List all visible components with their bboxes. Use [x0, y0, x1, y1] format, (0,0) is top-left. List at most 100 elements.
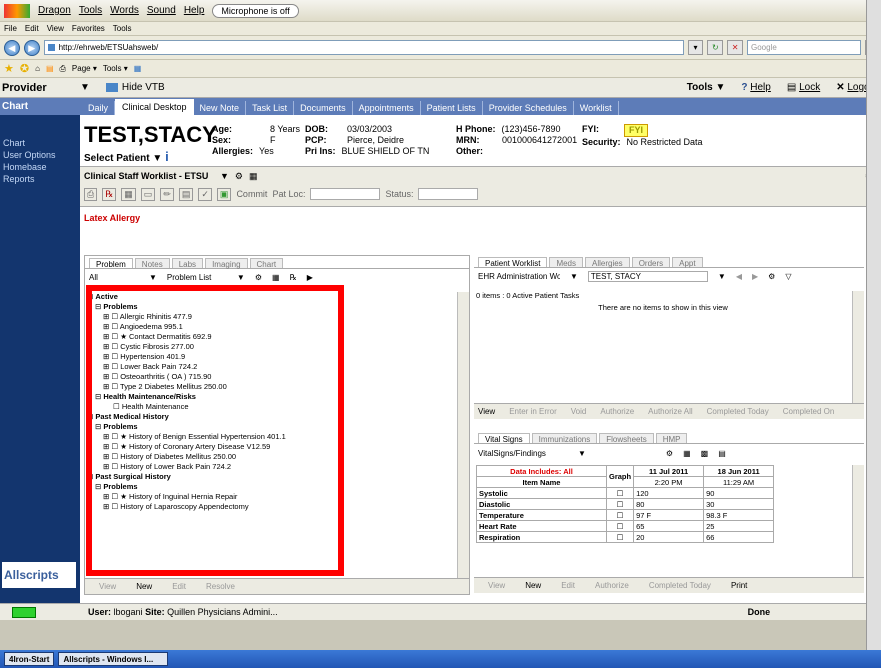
- stop-icon[interactable]: ✕: [727, 40, 743, 55]
- authorize-button[interactable]: Authorize: [600, 407, 634, 416]
- subtab-problem[interactable]: Problem: [89, 258, 133, 269]
- tab-task-list[interactable]: Task List: [246, 101, 295, 115]
- tab-worklist[interactable]: Worklist: [574, 101, 619, 115]
- problem-view-button[interactable]: View: [99, 582, 116, 591]
- fyi-badge[interactable]: FYI: [624, 124, 649, 137]
- vitals-print-button[interactable]: Print: [731, 581, 747, 590]
- nav-item-chart[interactable]: Chart: [0, 137, 80, 149]
- dragon-menu-words[interactable]: Words: [110, 5, 139, 16]
- subtab-vital-signs[interactable]: Vital Signs: [478, 433, 530, 444]
- problem-resolve-button[interactable]: Resolve: [206, 582, 235, 591]
- favorites-star-icon[interactable]: ★: [4, 62, 14, 75]
- home-icon[interactable]: ⌂: [35, 64, 40, 73]
- graph-checkbox[interactable]: ☐: [605, 520, 635, 532]
- dragon-menu-dragon[interactable]: Dragon: [38, 5, 71, 16]
- tab-clinical-desktop[interactable]: Clinical Desktop: [115, 99, 194, 115]
- feeds-icon[interactable]: ▤: [46, 64, 54, 73]
- select-patient-button[interactable]: Select Patient ▼ i: [84, 149, 169, 164]
- help-button[interactable]: ? Help: [741, 82, 770, 93]
- worklist-patient-dropdown-icon[interactable]: ▼: [718, 272, 726, 281]
- vitals-scrollbar[interactable]: [852, 465, 864, 577]
- graph-checkbox[interactable]: ☐: [605, 531, 635, 543]
- menu-file[interactable]: File: [4, 24, 17, 33]
- tools-menu[interactable]: Tools ▾: [103, 64, 128, 73]
- taskbar-item-allscripts[interactable]: Allscripts - Windows I...: [58, 652, 169, 666]
- commit-icon[interactable]: ▣: [216, 187, 232, 201]
- tab-provider-schedules[interactable]: Provider Schedules: [483, 101, 574, 115]
- problem-scrollbar[interactable]: [457, 292, 469, 578]
- url-field[interactable]: http://ehrweb/ETSUahsweb/: [43, 40, 684, 55]
- tab-documents[interactable]: Documents: [294, 101, 353, 115]
- menu-tools[interactable]: Tools: [113, 24, 132, 33]
- menu-favorites[interactable]: Favorites: [72, 24, 105, 33]
- vitals-completed-today-button[interactable]: Completed Today: [649, 581, 711, 590]
- filter-icon[interactable]: ▽: [785, 272, 791, 281]
- problem-more-icon[interactable]: ▶: [307, 273, 313, 282]
- dropdown-icon[interactable]: ▾: [687, 40, 704, 55]
- menu-view[interactable]: View: [47, 24, 64, 33]
- chart-icon[interactable]: ▤: [178, 187, 194, 201]
- refresh-icon[interactable]: ↻: [707, 40, 724, 55]
- authorize-all-button[interactable]: Authorize All: [648, 407, 692, 416]
- dragon-menu-help[interactable]: Help: [184, 5, 205, 16]
- page-menu[interactable]: Page ▾: [72, 64, 97, 73]
- dragon-menu-sound[interactable]: Sound: [147, 5, 176, 16]
- search-input[interactable]: Google: [746, 40, 862, 55]
- problem-view-select[interactable]: Problem List: [167, 273, 227, 282]
- status-select[interactable]: [418, 188, 479, 200]
- worklist-scrollbar[interactable]: [852, 291, 864, 403]
- subtab-patient-worklist[interactable]: Patient Worklist: [478, 257, 548, 268]
- graph-checkbox[interactable]: ☐: [605, 509, 635, 521]
- taskbar-item-start[interactable]: 4Iron-Start: [4, 652, 55, 666]
- vitals-view-button[interactable]: View: [488, 581, 505, 590]
- nav-item-homebase[interactable]: Homebase: [0, 161, 80, 173]
- orders-icon[interactable]: ▦: [121, 187, 136, 201]
- vitals-edit-button[interactable]: Edit: [561, 581, 575, 590]
- subtab-allergies[interactable]: Allergies: [585, 257, 630, 268]
- vitals-new-button[interactable]: New: [525, 581, 541, 590]
- worklist-filter-dropdown-icon[interactable]: ▼: [570, 272, 578, 281]
- dragon-menu-tools[interactable]: Tools: [79, 5, 102, 16]
- subtab-orders[interactable]: Orders: [631, 257, 671, 268]
- worklist-select[interactable]: Clinical Staff Worklist - ETSU: [84, 171, 214, 181]
- graph-checkbox[interactable]: ☐: [605, 487, 635, 499]
- tab-new-note[interactable]: New Note: [194, 101, 247, 115]
- problem-filter-select[interactable]: All: [89, 273, 139, 282]
- print-toolbar-icon[interactable]: ⎙: [84, 187, 98, 201]
- provider-dropdown-icon[interactable]: ▼: [80, 82, 90, 93]
- vitals-filter-select[interactable]: VitalSigns/Findings: [478, 449, 568, 458]
- void-button[interactable]: Void: [571, 407, 587, 416]
- nav-item-reports[interactable]: Reports: [0, 173, 80, 185]
- worklist-filter-select[interactable]: EHR Administration Workl: [478, 272, 560, 281]
- dragon-logo-icon[interactable]: [4, 3, 30, 18]
- tools-button[interactable]: Tools ▼: [687, 82, 726, 93]
- completed-on-button[interactable]: Completed On: [783, 407, 835, 416]
- worklist-dropdown-icon[interactable]: ▼: [220, 171, 229, 181]
- subtab-chart[interactable]: Chart: [249, 258, 284, 269]
- worklist-patient-select[interactable]: TEST, STACY: [587, 270, 708, 282]
- subtab-meds[interactable]: Meds: [549, 257, 583, 268]
- subtab-immunizations[interactable]: Immunizations: [531, 433, 598, 444]
- add-favorites-icon[interactable]: ✪: [20, 62, 29, 75]
- back-icon[interactable]: ◀: [4, 39, 20, 56]
- problem-refresh-icon[interactable]: ⚙: [255, 273, 262, 282]
- worklist-view-button[interactable]: View: [478, 407, 495, 416]
- vitals-authorize-button[interactable]: Authorize: [595, 581, 629, 590]
- tab-patient-lists[interactable]: Patient Lists: [421, 101, 483, 115]
- forward-icon[interactable]: ▶: [23, 39, 40, 56]
- info-icon[interactable]: i: [165, 149, 169, 164]
- menu-edit[interactable]: Edit: [25, 24, 39, 33]
- commit-button[interactable]: Commit: [236, 189, 267, 199]
- problem-rx-icon[interactable]: ℞: [290, 273, 297, 282]
- hide-vtb-button[interactable]: Hide VTB: [122, 82, 165, 93]
- subtab-notes[interactable]: Notes: [134, 258, 170, 269]
- print-icon[interactable]: ⎙: [60, 64, 66, 74]
- nav-item-user-options[interactable]: User Options: [0, 149, 80, 161]
- subtab-appt[interactable]: Appt: [672, 257, 703, 268]
- completed-today-button[interactable]: Completed Today: [707, 407, 769, 416]
- vitals-notes-icon[interactable]: ▤: [718, 449, 726, 458]
- next-icon[interactable]: ▶: [752, 272, 758, 281]
- tasks-icon[interactable]: ✓: [198, 187, 212, 201]
- research-icon[interactable]: ▦: [134, 64, 142, 73]
- subtab-hmp[interactable]: HMP: [655, 433, 688, 444]
